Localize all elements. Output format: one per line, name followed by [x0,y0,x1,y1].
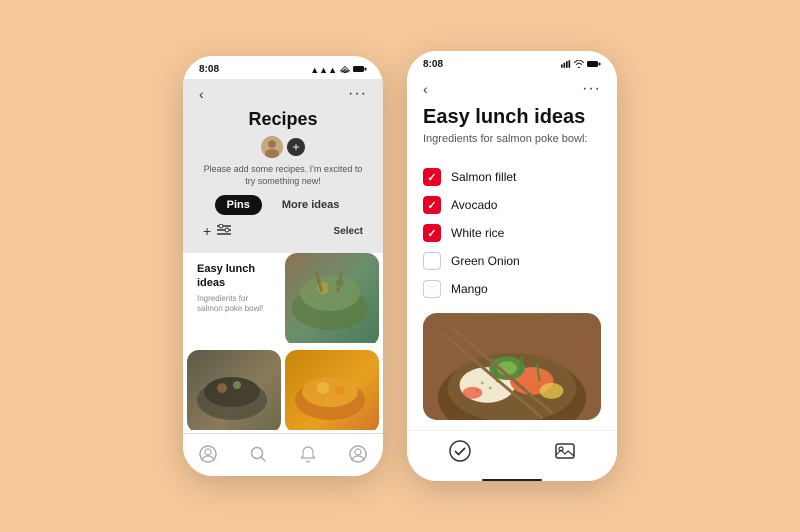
time-1: 8:08 [199,64,219,75]
board-title: Recipes [199,109,367,130]
avatar [261,136,283,158]
checklist-label-salmon: Salmon fillet [451,170,516,184]
battery-icon-1 [353,65,367,75]
pin-card-subtitle: Ingredients for salmon poke bowl! [197,294,271,315]
pins-grid: Easy lunch ideas Ingredients for salmon … [183,253,383,433]
checklist-item-rice[interactable]: ✓ White rice [423,219,601,247]
phone-recipes: 8:08 ▲▲▲ ‹ ··· Recipes [183,56,383,476]
check-mark-3: ✓ [427,227,436,240]
more-button-1[interactable]: ··· [348,85,367,103]
image-button[interactable] [553,439,577,463]
food-photo-large [423,313,601,420]
checklist-label-mango: Mango [451,282,488,296]
check-mark: ✓ [427,171,436,184]
signal-icon-1: ▲▲▲ [310,65,337,75]
checkbox-rice[interactable]: ✓ [423,224,441,242]
home-indicator-2 [482,479,542,481]
toolbar-row: + Select [199,223,367,239]
pin-card-img-3[interactable] [285,350,379,433]
phones-container: 8:08 ▲▲▲ ‹ ··· Recipes [183,51,617,481]
pin-card-img-1[interactable] [285,253,379,346]
phone1-nav: ‹ ··· [199,83,367,105]
time-2: 8:08 [423,59,443,70]
food-image-plate [187,350,281,430]
done-button[interactable] [448,439,472,463]
tab-pins[interactable]: Pins [215,195,262,215]
checkbox-salmon[interactable]: ✓ [423,168,441,186]
select-button[interactable]: Select [334,226,363,237]
food-image-bowl [285,253,379,343]
search-nav-button[interactable] [246,442,270,466]
pin-card-text[interactable]: Easy lunch ideas Ingredients for salmon … [187,253,281,346]
status-bar-2: 8:08 [407,51,617,74]
status-icons-2 [561,60,601,70]
pin-card-img-2[interactable] [187,350,281,433]
bell-nav-button[interactable] [296,442,320,466]
home-nav-button[interactable] [196,442,220,466]
checklist-item-salmon[interactable]: ✓ Salmon fillet [423,163,601,191]
page-title: Easy lunch ideas [423,106,601,129]
checklist-label-rice: White rice [451,226,504,240]
phone-easy-lunch: 8:08 ‹ ··· [407,51,617,481]
checklist: ✓ Salmon fillet ✓ Avocado ✓ White rice [407,163,617,303]
checklist-item-avocado[interactable]: ✓ Avocado [423,191,601,219]
phone1-header: ‹ ··· Recipes + Please add some recipes. [183,79,383,253]
phone2-nav: ‹ ··· [423,78,601,100]
checklist-item-mango[interactable]: Mango [423,275,601,303]
add-avatar-button[interactable]: + [287,138,305,156]
page-subtitle: Ingredients for salmon poke bowl: [423,133,601,145]
pin-card-title: Easy lunch ideas [197,263,271,289]
tab-more-ideas[interactable]: More ideas [270,195,351,215]
bottom-nav [183,433,383,476]
food-image-soup [285,350,379,430]
profile-nav-button[interactable] [346,442,370,466]
check-mark-2: ✓ [427,199,436,212]
add-pin-button[interactable]: + [203,223,211,239]
back-button-2[interactable]: ‹ [423,81,428,97]
tabs-row: Pins More ideas [199,195,367,215]
wifi-icon-2 [574,60,584,70]
avatar-row: + [199,136,367,158]
wifi-icon-1 [340,65,350,75]
filter-button[interactable] [217,224,231,239]
back-button-1[interactable]: ‹ [199,86,204,102]
toolbar-left: + [203,223,231,239]
more-button-2[interactable]: ··· [582,80,601,98]
status-bar-1: 8:08 ▲▲▲ [183,56,383,79]
bottom-bar-2 [407,430,617,473]
checkbox-green-onion[interactable] [423,252,441,270]
checkbox-avocado[interactable]: ✓ [423,196,441,214]
status-icons-1: ▲▲▲ [310,65,367,75]
checklist-label-avocado: Avocado [451,198,497,212]
checkbox-mango[interactable] [423,280,441,298]
signal-icon-2 [561,60,571,70]
checklist-label-green-onion: Green Onion [451,254,520,268]
battery-icon-2 [587,60,601,70]
board-subtitle: Please add some recipes. I'm excited to … [199,164,367,187]
phone2-header: ‹ ··· Easy lunch ideas Ingredients for s… [407,74,617,163]
checklist-item-green-onion[interactable]: Green Onion [423,247,601,275]
